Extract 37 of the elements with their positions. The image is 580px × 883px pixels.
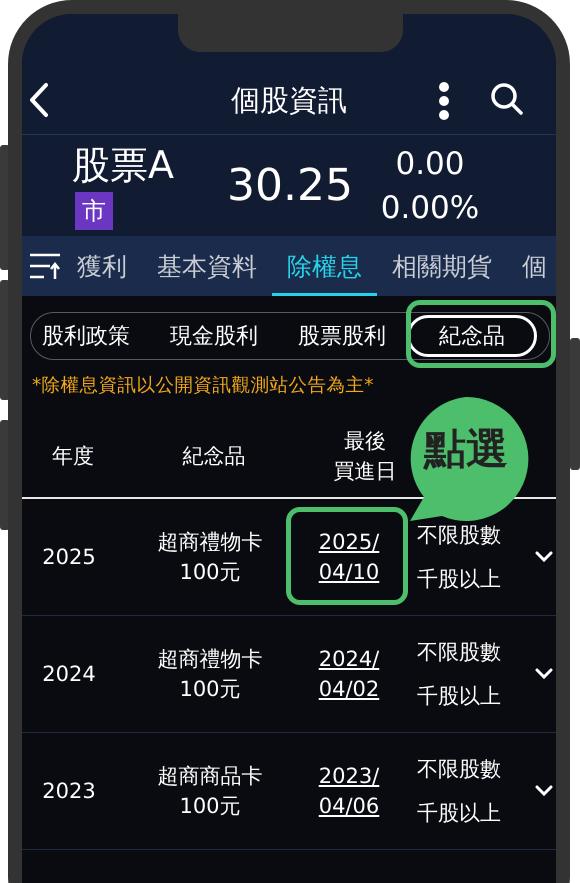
condition-cell-text: 不限股數 千股以上 xyxy=(417,522,502,593)
tab[interactable]: 個 xyxy=(507,236,556,296)
gift-cell-text: 超商禮物卡 100元 xyxy=(156,529,264,586)
tab[interactable]: 基本資料 xyxy=(142,236,272,296)
gift-cell-text: 超商商品卡 100元 xyxy=(156,763,264,820)
more-icon[interactable] xyxy=(438,82,450,120)
stock-name: 股票A xyxy=(72,142,175,188)
chevron-down-icon[interactable] xyxy=(535,551,553,563)
price-change: 0.00 xyxy=(395,144,465,184)
tab[interactable]: 獲利 xyxy=(62,236,142,296)
segment-tab[interactable]: 股利政策 xyxy=(31,315,141,357)
search-icon[interactable] xyxy=(490,82,524,116)
gift-cell-text: 超商禮物卡 100元 xyxy=(156,646,264,703)
date-link[interactable]: 2025/ 04/10 xyxy=(312,527,386,587)
notice-text: *除權息資訊以公開資訊觀測站公告為主* xyxy=(32,374,374,398)
tab[interactable]: 除權息 xyxy=(272,236,377,296)
segment-tab[interactable]: 現金股利 xyxy=(159,315,269,357)
year-cell-text: 2023 xyxy=(41,778,97,805)
tab[interactable]: 相關期貨 xyxy=(377,236,507,296)
back-icon[interactable] xyxy=(28,82,50,118)
column-header: 紀念品 xyxy=(182,443,246,470)
date-link[interactable]: 2024/ 04/02 xyxy=(312,644,386,704)
year-cell-text: 2025 xyxy=(41,544,97,571)
chevron-down-icon[interactable] xyxy=(535,785,553,797)
segment-tab[interactable]: 股票股利 xyxy=(287,315,397,357)
price-change-percent: 0.00% xyxy=(380,188,480,228)
page-title: 個股資訊 xyxy=(230,82,348,119)
condition-cell-text: 不限股數 千股以上 xyxy=(417,756,502,827)
column-header: 年度 xyxy=(51,443,95,470)
date-link[interactable]: 2023/ 04/06 xyxy=(312,761,386,821)
condition-cell-text: 不限股數 千股以上 xyxy=(417,639,502,710)
year-cell-text: 2024 xyxy=(41,661,97,688)
market-badge: 市 xyxy=(75,192,113,230)
callout-text: 點選 xyxy=(422,423,509,475)
stock-price: 30.25 xyxy=(226,160,354,211)
column-header: 最後 買進日 xyxy=(332,428,398,485)
chevron-down-icon[interactable] xyxy=(535,668,553,680)
